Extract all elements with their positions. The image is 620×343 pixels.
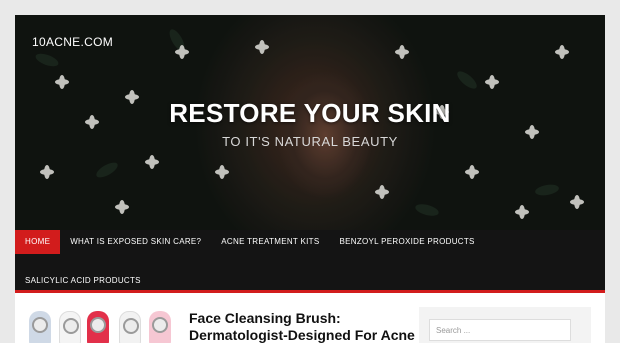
main-content: Face Cleansing Brush: Dermatologist-Desi…	[15, 293, 605, 343]
hero-subtitle: TO IT'S NATURAL BEAUTY	[222, 134, 398, 149]
nav-item-home[interactable]: HOME	[15, 230, 61, 254]
post-title[interactable]: Face Cleansing Brush: Dermatologist-Desi…	[189, 310, 419, 343]
page-container: 10ACNE.COM RESTORE YOUR SKIN TO IT'S NAT…	[15, 15, 605, 343]
hero-title: RESTORE YOUR SKIN	[169, 98, 451, 128]
nav-item-exposed-skin-care[interactable]: WHAT IS EXPOSED SKIN CARE?	[60, 230, 211, 254]
nav-item-benzoyl-peroxide[interactable]: BENZOYL PEROXIDE PRODUCTS	[329, 230, 484, 254]
search-input[interactable]	[429, 319, 571, 341]
nav-item-salicylic-acid[interactable]: SALICYLIC ACID PRODUCTS	[15, 269, 151, 293]
main-navigation: HOME WHAT IS EXPOSED SKIN CARE? ACNE TRE…	[15, 230, 605, 293]
post-thumbnail[interactable]	[29, 311, 177, 343]
search-widget	[419, 307, 591, 343]
site-title[interactable]: 10ACNE.COM	[32, 35, 113, 49]
header-banner: 10ACNE.COM RESTORE YOUR SKIN TO IT'S NAT…	[15, 15, 605, 230]
nav-item-acne-treatment-kits[interactable]: ACNE TREATMENT KITS	[211, 230, 329, 254]
